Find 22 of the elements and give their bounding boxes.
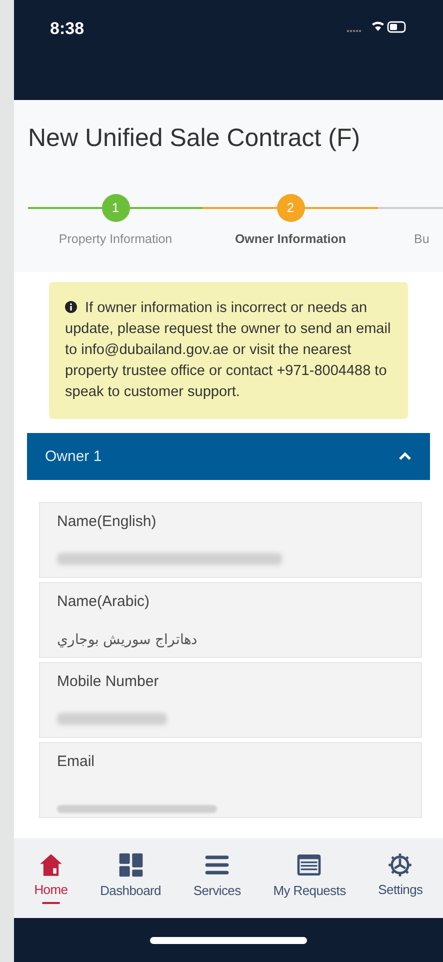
page-title: New Unified Sale Contract (F) — [28, 123, 362, 154]
step-label[interactable]: Owner Information — [234, 230, 346, 248]
status-time: 8:38 — [50, 18, 84, 40]
nav-tab[interactable]: Services — [189, 851, 245, 905]
dashboard-icon — [116, 851, 145, 880]
settings-icon — [387, 852, 414, 878]
field-label: Name(English) — [56, 512, 158, 532]
field-label: Email — [56, 752, 96, 772]
field-label: Name(Arabic) — [56, 592, 151, 612]
field-label: Mobile Number — [56, 672, 160, 692]
field-value: دهاتراج سوريش بوجاري — [57, 630, 197, 650]
info-icon — [65, 301, 77, 314]
signal-wifi-battery-icon — [347, 20, 407, 34]
notice-text: If owner information is incorrect or needs an update, please request the owner to send an email to info@dubailand.gov.ae or visit the nearest property trustee office or contact +971-8004488 to speak to customer support. — [65, 299, 392, 402]
nav-tab[interactable]: My Requests — [269, 851, 350, 905]
accordion-title: Owner 1 — [45, 446, 102, 466]
nav-tab[interactable]: Dashboard — [96, 851, 165, 905]
home-icon — [38, 852, 64, 878]
accordion-header[interactable]: Owner 1 — [27, 433, 430, 480]
nav-tab[interactable]: Settings — [374, 852, 427, 904]
chevron-up-icon — [398, 452, 412, 462]
nav-tab[interactable]: Home — [30, 852, 72, 904]
